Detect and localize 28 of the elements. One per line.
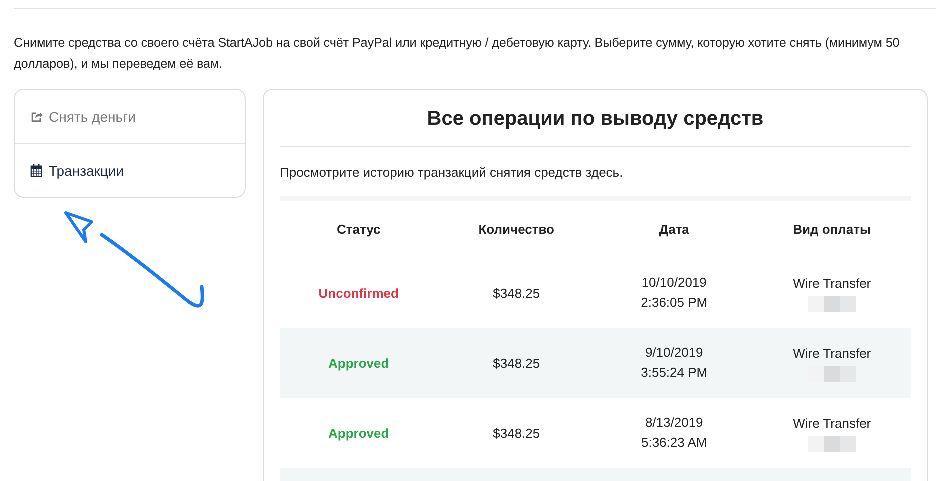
date-text: 8/13/2019: [645, 414, 704, 432]
status-text: Approved: [328, 426, 390, 440]
calendar-icon: [30, 164, 43, 177]
payment-method-text: Wire Transfer: [793, 345, 872, 363]
time-text: 5:36:23 AM: [641, 434, 708, 452]
column-header: Вид оплаты: [793, 222, 872, 237]
panel-title: Все операции по выводу средств: [426, 107, 765, 132]
share-icon: [30, 110, 43, 123]
date-text: 9/10/2019: [645, 344, 704, 362]
column-header: Количество: [478, 222, 554, 237]
panel-subtitle: Просмотрите историю транзакций снятия средств здесь.: [280, 165, 624, 180]
time-text: 2:36:05 PM: [641, 294, 708, 312]
status-text: Approved: [328, 356, 390, 370]
blurred-text: [808, 436, 856, 452]
status-text: Unconfirmed: [318, 286, 399, 300]
amount-text: $348.25: [493, 356, 540, 370]
amount-text: $348.25: [493, 286, 540, 300]
payment-method-text: Wire Transfer: [793, 275, 872, 293]
intro-text: Снимите средства со своего счёта StartAJob на свой счёт PayPal или кредитную / дебетовую карту. Выберите сумму, которую хотите снять (минимум 50 долларов), и мы переведем её вам.: [14, 35, 901, 73]
blurred-text: [808, 296, 856, 312]
date-text: 10/10/2019: [642, 274, 707, 292]
payment-method-text: Wire Transfer: [793, 415, 872, 433]
column-header: Статус: [336, 222, 381, 237]
sidebar-item[interactable]: Транзакции: [15, 143, 245, 197]
amount-text: $348.25: [493, 426, 540, 440]
column-header: Дата: [659, 222, 690, 237]
time-text: 3:55:24 PM: [641, 364, 708, 382]
sidebar-item[interactable]: Снять деньги: [15, 90, 245, 143]
